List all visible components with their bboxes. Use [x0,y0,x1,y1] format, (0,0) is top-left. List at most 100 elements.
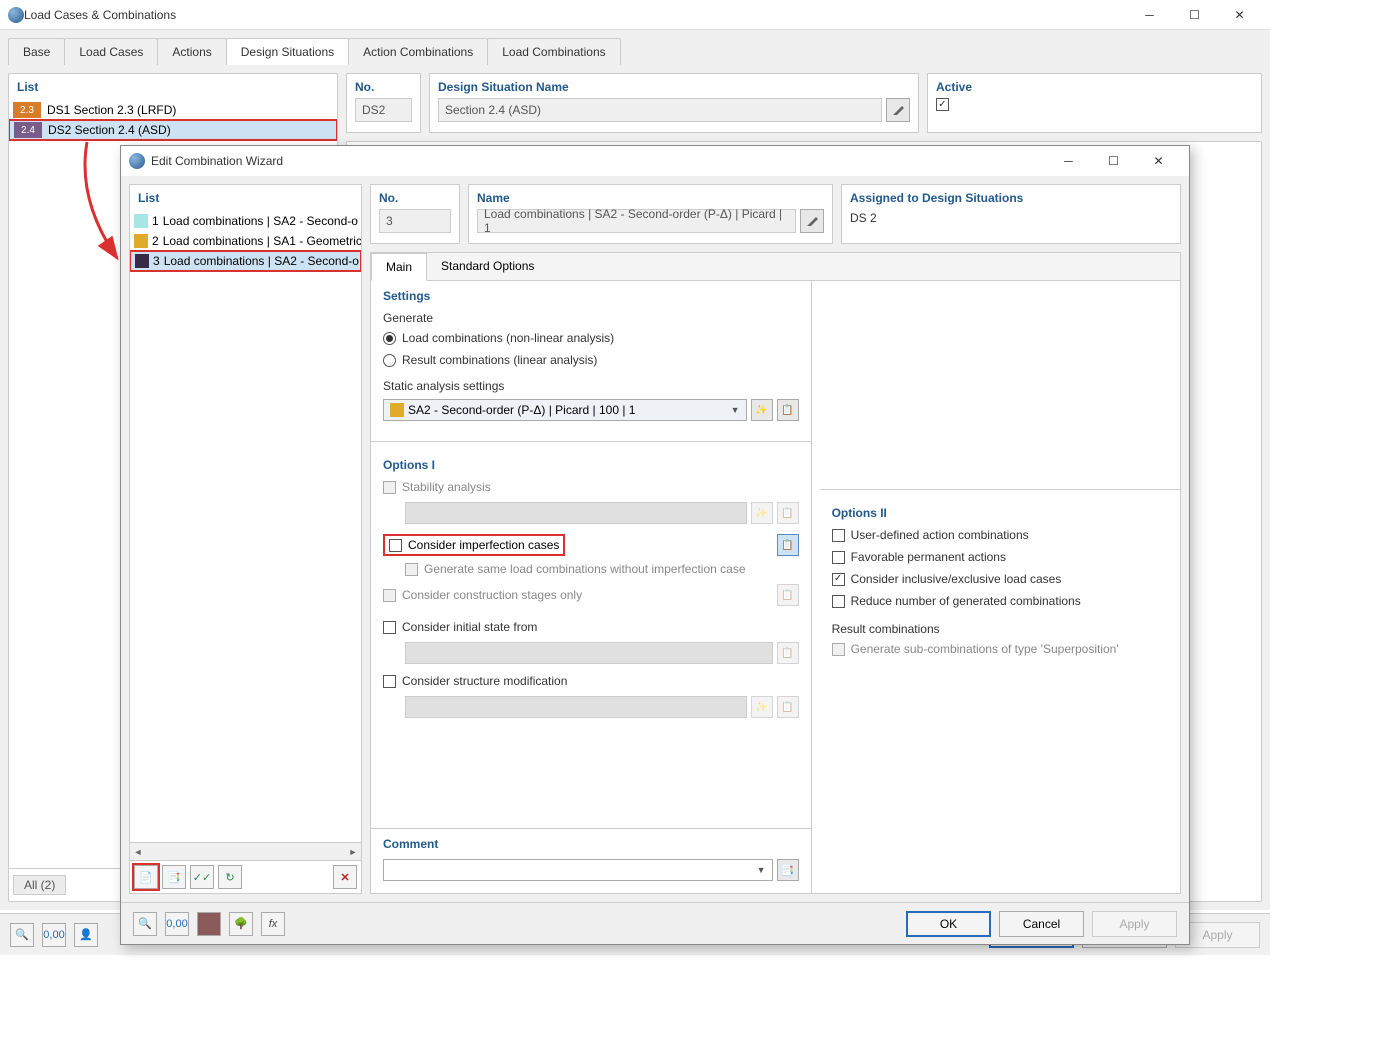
generate-label: Generate [383,311,799,325]
checkbox-icon [405,563,418,576]
radio-load-combinations[interactable]: Load combinations (non-linear analysis) [383,331,799,345]
radio-result-combinations[interactable]: Result combinations (linear analysis) [383,353,799,367]
swatch-cyan [134,214,148,228]
construction-edit-icon: 📋 [777,584,799,606]
gen-same-checkbox-row: Generate same load combinations without … [405,562,799,576]
wizard-apply-button[interactable]: Apply [1092,911,1177,937]
initial-state-checkbox-row[interactable]: Consider initial state from [383,620,799,634]
settings-title: Settings [383,289,799,303]
edit-analysis-icon[interactable]: 📋 [777,399,799,421]
main-title: Load Cases & Combinations [24,8,1127,22]
scroll-left-icon[interactable]: ◄ [130,847,146,857]
tree-icon[interactable]: 👤 [74,923,98,947]
active-checkbox[interactable] [936,98,949,111]
inclusive-checkbox-row[interactable]: Consider inclusive/exclusive load cases [832,572,1168,586]
tab-actions[interactable]: Actions [157,38,226,65]
imperfection-checkbox[interactable] [389,539,402,552]
comment-copy-icon[interactable]: 📑 [777,859,799,881]
initial-state-dropdown [405,642,773,664]
list-filter[interactable]: All (2) [13,875,66,895]
stability-dropdown [405,502,747,524]
wizard-name-label: Name [477,191,824,205]
edit-icon: 📋 [777,642,799,664]
wizard-edit-name-button[interactable] [800,209,824,233]
tab-load-combinations[interactable]: Load Combinations [487,38,620,65]
no-value: DS2 [355,98,412,122]
app-icon [8,7,24,23]
list-row-text: DS1 Section 2.3 (LRFD) [47,103,176,117]
wizard-close-button[interactable]: ✕ [1136,147,1181,175]
wizard-maximize-button[interactable]: ☐ [1091,147,1136,175]
options2-title: Options II [832,506,1168,520]
static-analysis-dropdown[interactable]: SA2 - Second-order (P-Δ) | Picard | 100 … [383,399,747,421]
wizard-fx-icon[interactable]: fx [261,912,285,936]
row-num: 3 [153,254,160,268]
wizard-minimize-button[interactable]: ─ [1046,147,1091,175]
maximize-button[interactable]: ☐ [1172,1,1217,29]
checkbox-icon [383,621,396,634]
wizard-no-group: No. 3 [370,184,460,244]
wizard-list-row-3[interactable]: 3 Load combinations | SA2 - Second-o [130,251,361,271]
wizard-copy-icon[interactable]: 📑 [162,865,186,889]
row-num: 2 [152,234,159,248]
main-tab-strip: Base Load Cases Actions Design Situation… [8,38,1262,65]
checkbox-icon [383,481,396,494]
wizard-ok-button[interactable]: OK [906,911,991,937]
units-icon[interactable]: 0,00 [42,923,66,947]
wizard-tab-strip: Main Standard Options [371,253,1180,281]
wizard-delete-icon[interactable]: ✕ [333,865,357,889]
wizard-tree-icon[interactable]: 🌳 [229,912,253,936]
checkbox-icon [832,595,845,608]
wizard-name-value[interactable]: Load combinations | SA2 - Second-order (… [477,209,796,233]
no-label: No. [355,80,412,94]
gen-sub-checkbox-row: Generate sub-combinations of type 'Super… [832,642,1168,656]
active-field-group: Active [927,73,1262,133]
wizard-list-panel: List 1 Load combinations | SA2 - Second-… [129,184,362,894]
tab-action-combinations[interactable]: Action Combinations [348,38,488,65]
wizard-list-footer: 📄 📑 ✓✓ ↻ ✕ [130,860,361,893]
structure-mod-dropdown [405,696,747,718]
wizard-refresh-icon[interactable]: ↻ [218,865,242,889]
list-row-ds2[interactable]: 2.4 DS2 Section 2.4 (ASD) [9,120,337,140]
wizard-list-hscroll[interactable]: ◄ ► [130,842,361,860]
wizard-list-row-1[interactable]: 1 Load combinations | SA2 - Second-o [130,211,361,231]
user-defined-checkbox-row[interactable]: User-defined action combinations [832,528,1168,542]
close-button[interactable]: ✕ [1217,1,1262,29]
new-icon: ✨ [751,696,773,718]
imperfection-edit-icon[interactable]: 📋 [777,534,799,556]
name-value[interactable]: Section 2.4 (ASD) [438,98,882,122]
wizard-color-icon[interactable] [197,912,221,936]
name-label: Design Situation Name [438,80,910,94]
list-row-ds1[interactable]: 2.3 DS1 Section 2.3 (LRFD) [9,100,337,120]
imperfection-label: Consider imperfection cases [408,538,559,552]
tab-design-situations[interactable]: Design Situations [226,38,349,65]
scroll-right-icon[interactable]: ► [345,847,361,857]
new-icon: ✨ [751,502,773,524]
favorable-checkbox-row[interactable]: Favorable permanent actions [832,550,1168,564]
active-label: Active [936,80,1253,94]
wizard-no-label: No. [379,191,451,205]
help-icon[interactable]: 🔍 [10,923,34,947]
reduce-checkbox-row[interactable]: Reduce number of generated combinations [832,594,1168,608]
wizard-check-icon[interactable]: ✓✓ [190,865,214,889]
wizard-new-icon[interactable]: 📄 [134,865,158,889]
pencil-icon [806,215,818,227]
minimize-button[interactable]: ─ [1127,1,1172,29]
static-analysis-label: Static analysis settings [383,379,799,393]
wizard-assigned-group: Assigned to Design Situations DS 2 [841,184,1181,244]
wizard-cancel-button[interactable]: Cancel [999,911,1084,937]
wizard-list-row-2[interactable]: 2 Load combinations | SA1 - Geometric [130,231,361,251]
wizard-right-column: Options II User-defined action combinati… [820,281,1180,893]
tab-main[interactable]: Main [371,253,427,281]
comment-dropdown[interactable]: ▼ [383,859,773,881]
options2-section: Options II User-defined action combinati… [820,498,1180,672]
wizard-units-icon[interactable]: 0,00 [165,912,189,936]
tab-load-cases[interactable]: Load Cases [64,38,158,65]
wizard-help-icon[interactable]: 🔍 [133,912,157,936]
new-analysis-icon[interactable]: ✨ [751,399,773,421]
edit-name-button[interactable] [886,98,910,122]
tab-standard-options[interactable]: Standard Options [427,253,548,280]
structure-mod-checkbox-row[interactable]: Consider structure modification [383,674,799,688]
tab-base[interactable]: Base [8,38,65,65]
list-header: List [9,74,337,100]
